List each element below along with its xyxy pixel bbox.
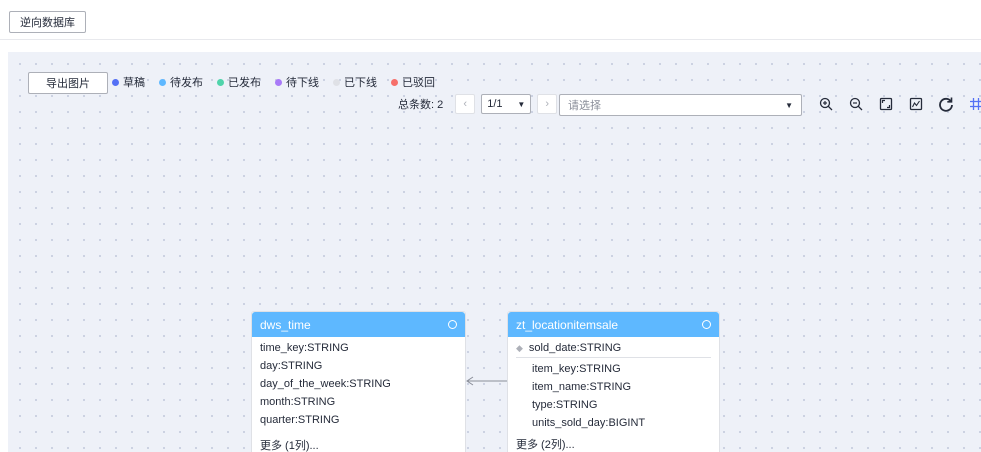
- page-select[interactable]: 1/1 ▼: [481, 94, 532, 114]
- next-page-button[interactable]: ›: [537, 94, 558, 114]
- key-field: ◆ sold_date:STRING: [508, 339, 719, 357]
- grid-icon[interactable]: [966, 94, 981, 114]
- legend-label: 草稿: [123, 77, 145, 89]
- table-field: type:STRING: [532, 399, 598, 411]
- zoom-out-icon[interactable]: [846, 94, 866, 114]
- legend-item-pending-publish: 待发布: [159, 74, 203, 90]
- table-field: units_sold_day:BIGINT: [532, 417, 646, 429]
- legend-label: 已下线: [344, 77, 377, 89]
- status-ring-icon: [448, 320, 457, 329]
- table-card-dws-time[interactable]: dws_time time_key:STRING day:STRING day_…: [251, 311, 466, 452]
- key-field-label: sold_date:STRING: [528, 342, 622, 354]
- canvas-tools: [816, 94, 981, 114]
- export-image-button[interactable]: 导出图片: [28, 72, 108, 94]
- diamond-key-icon: ◆: [516, 342, 523, 353]
- pending-publish-dot-icon: [159, 78, 166, 86]
- fit-screen-icon[interactable]: [876, 94, 896, 114]
- status-ring-icon: [702, 320, 711, 329]
- top-toolbar: 逆向数据库: [0, 0, 981, 40]
- offline-dot-icon: [333, 78, 340, 86]
- table-field: day:STRING: [260, 360, 323, 372]
- legend-label: 已发布: [228, 77, 261, 89]
- table-field: item_key:STRING: [532, 363, 621, 375]
- table-name: zt_locationitemsale: [516, 317, 619, 332]
- table-field: time_key:STRING: [260, 342, 349, 354]
- table-field: day_of_the_week:STRING: [260, 378, 391, 390]
- legend-label: 待下线: [286, 77, 319, 89]
- legend-item-offline: 已下线: [333, 74, 377, 90]
- table-field: item_name:STRING: [532, 381, 632, 393]
- status-legend: 草稿 待发布 已发布 待下线 已下线 已驳回: [112, 74, 435, 90]
- table-name: dws_time: [260, 317, 311, 332]
- pagination: 总条数: 2 ‹ 1/1 ▼ ›: [398, 94, 558, 114]
- legend-label: 已驳回: [402, 77, 435, 89]
- table-select[interactable]: 请选择 ▼: [559, 94, 802, 116]
- thumbnail-icon[interactable]: [906, 94, 926, 114]
- total-count: 总条数: 2: [398, 99, 444, 111]
- legend-item-published: 已发布: [217, 74, 261, 90]
- caret-down-icon: ▼: [517, 99, 526, 109]
- legend-label: 待发布: [170, 77, 203, 89]
- table-card-header: dws_time: [252, 312, 465, 337]
- more-columns-link[interactable]: 更多 (2列)...: [508, 436, 719, 452]
- draft-dot-icon: [112, 78, 119, 86]
- table-card-zt-locationitemsale[interactable]: zt_locationitemsale ◆ sold_date:STRING i…: [507, 311, 720, 452]
- refresh-icon[interactable]: [936, 94, 956, 114]
- pending-offline-dot-icon: [275, 78, 282, 86]
- caret-down-icon: ▼: [785, 100, 793, 110]
- legend-item-pending-offline: 待下线: [275, 74, 319, 90]
- published-dot-icon: [217, 78, 224, 86]
- table-field: month:STRING: [260, 396, 336, 408]
- er-diagram-canvas[interactable]: 导出图片 草稿 待发布 已发布 待下线 已下线 已驳回 总条数: 2 ‹ 1/1…: [8, 52, 981, 452]
- rejected-dot-icon: [391, 78, 398, 86]
- table-select-placeholder: 请选择: [568, 100, 601, 112]
- relation-arrow-icon: [466, 376, 508, 386]
- more-columns-link[interactable]: 更多 (1列)...: [252, 437, 465, 452]
- prev-page-button[interactable]: ‹: [455, 94, 476, 114]
- reverse-database-button[interactable]: 逆向数据库: [9, 11, 86, 33]
- table-card-header: zt_locationitemsale: [508, 312, 719, 337]
- chevron-left-icon: ‹: [463, 98, 468, 110]
- table-field: quarter:STRING: [260, 414, 340, 426]
- key-separator: [516, 357, 711, 358]
- chevron-right-icon: ›: [545, 98, 550, 110]
- legend-item-draft: 草稿: [112, 74, 145, 90]
- legend-item-rejected: 已驳回: [391, 74, 435, 90]
- page-select-value: 1/1: [487, 98, 503, 110]
- zoom-in-icon[interactable]: [816, 94, 836, 114]
